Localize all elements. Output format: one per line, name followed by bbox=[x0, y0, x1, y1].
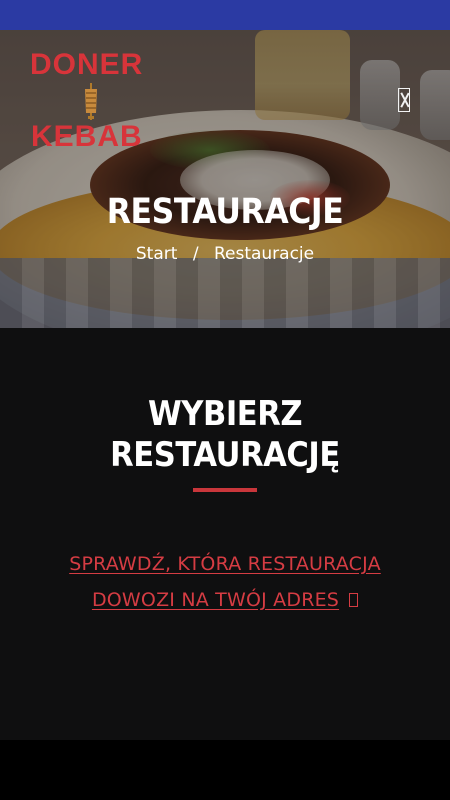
menu-icon[interactable] bbox=[398, 88, 410, 112]
section-heading-line2: RESTAURACJĘ bbox=[110, 435, 340, 475]
check-delivery-link[interactable]: SPRAWDŹ, KTÓRA RESTAURACJA DOWOZI NA TWÓ… bbox=[30, 546, 420, 618]
doner-kebab-logo[interactable]: DONER KEBAB bbox=[30, 50, 160, 154]
status-bar bbox=[0, 0, 450, 30]
breadcrumb-separator: / bbox=[192, 244, 199, 264]
page-title: RESTAURACJE bbox=[106, 192, 344, 232]
external-link-icon bbox=[349, 592, 359, 607]
footer bbox=[0, 740, 450, 800]
cta-line2: DOWOZI NA TWÓJ ADRES bbox=[91, 589, 340, 611]
kebab-spit-icon bbox=[85, 83, 97, 120]
breadcrumb-start-link[interactable]: Start bbox=[136, 244, 178, 264]
heading-divider bbox=[193, 488, 257, 492]
logo-text-doner: DONER bbox=[30, 48, 144, 81]
breadcrumb-current: Restauracje bbox=[213, 244, 315, 264]
logo-text-kebab: KEBAB bbox=[31, 120, 143, 153]
section-heading-line1: WYBIERZ bbox=[147, 394, 303, 434]
breadcrumb: Start / Restauracje bbox=[0, 244, 450, 264]
cta-line1: SPRAWDŹ, KTÓRA RESTAURACJA bbox=[69, 553, 381, 575]
section-heading: WYBIERZ RESTAURACJĘ bbox=[23, 394, 428, 476]
main-content: WYBIERZ RESTAURACJĘ SPRAWDŹ, KTÓRA RESTA… bbox=[0, 328, 450, 740]
